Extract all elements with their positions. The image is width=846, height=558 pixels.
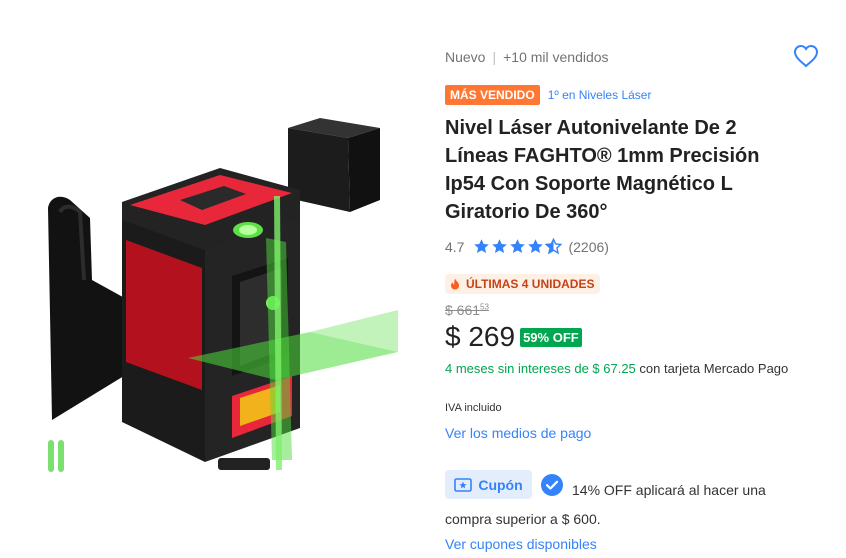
original-price-cents: 53 xyxy=(480,302,489,312)
rating-score: 4.7 xyxy=(445,238,465,255)
sold-count: +10 mil vendidos xyxy=(503,49,609,65)
category-rank-link[interactable]: 1º en Niveles Láser xyxy=(548,88,652,102)
iva-label: IVA incluido xyxy=(445,402,502,414)
coupon-icon xyxy=(454,477,473,492)
product-image[interactable] xyxy=(30,100,420,480)
meta-separator: | xyxy=(492,49,497,65)
star-icon xyxy=(528,239,544,253)
available-coupons-link[interactable]: Ver cupones disponibles xyxy=(445,536,597,552)
star-icon xyxy=(492,239,508,253)
coupon-label: Cupón xyxy=(478,476,523,493)
product-title: Nivel Láser Autonivelante De 2 Líneas FA… xyxy=(445,117,760,223)
pouch-image xyxy=(288,118,380,212)
original-price: $ 66153 xyxy=(445,302,489,318)
condition-label: Nuevo xyxy=(445,49,486,65)
gallery-indicator[interactable] xyxy=(48,440,64,472)
heart-icon[interactable] xyxy=(793,44,819,68)
check-icon xyxy=(541,474,563,496)
installments-rest: con tarjeta Mercado Pago xyxy=(635,361,789,376)
best-seller-badge: MÁS VENDIDO xyxy=(445,85,540,105)
urgency-badge: ÚLTIMAS 4 UNIDADES xyxy=(445,274,601,294)
star-icon xyxy=(474,239,490,253)
installments-highlight: 4 meses sin intereses de $ 67.25 xyxy=(445,361,636,376)
rating-stars xyxy=(473,238,563,255)
price-row: $ 269 59% OFF xyxy=(445,320,582,354)
star-icon xyxy=(510,239,526,253)
badge-row: MÁS VENDIDO 1º en Niveles Láser xyxy=(445,85,651,105)
installments-text: 4 meses sin intereses de $ 67.25 con tar… xyxy=(445,359,825,379)
urgency-text: ÚLTIMAS 4 UNIDADES xyxy=(466,277,595,291)
product-meta: Nuevo | +10 mil vendidos xyxy=(445,49,609,65)
payment-methods-link[interactable]: Ver los medios de pago xyxy=(445,425,591,441)
original-price-value: $ 661 xyxy=(445,302,481,318)
fire-icon xyxy=(451,278,459,290)
rating[interactable]: 4.7 (2206) xyxy=(445,238,609,255)
discount-badge: 59% OFF xyxy=(520,327,582,347)
coupon-button[interactable]: Cupón xyxy=(445,470,532,499)
star-half-icon xyxy=(545,238,563,255)
rating-count: (2206) xyxy=(568,238,609,255)
current-price: $ 269 xyxy=(445,321,516,352)
